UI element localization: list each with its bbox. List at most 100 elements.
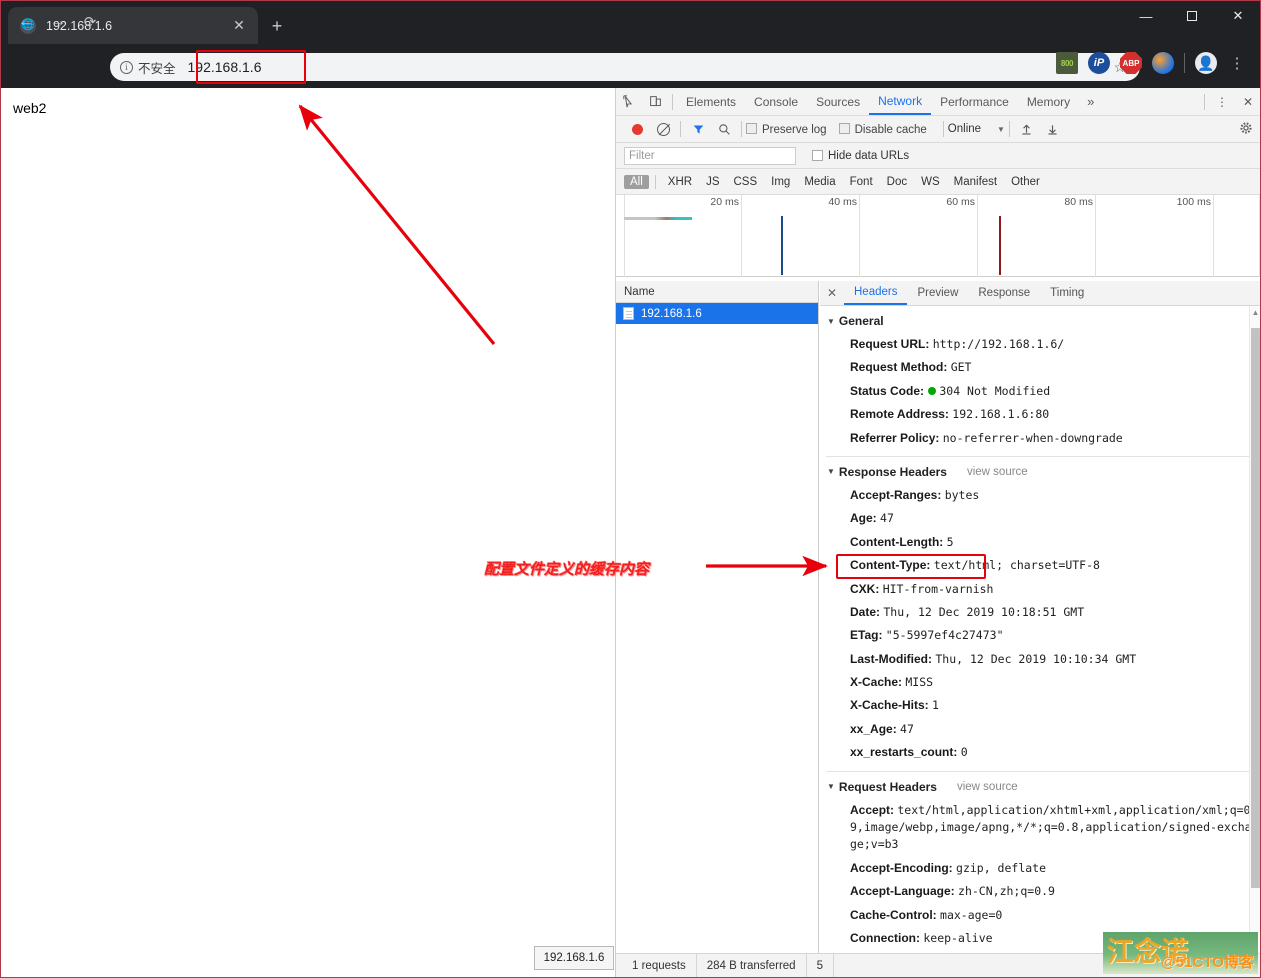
crx-extension-icon[interactable]: 800 [1056, 52, 1078, 74]
request-list-header[interactable]: Name [616, 281, 818, 303]
header-name: Accept-Ranges: [850, 487, 942, 502]
tab-sources[interactable]: Sources [807, 88, 869, 115]
table-row[interactable]: 192.168.1.6 [616, 303, 818, 324]
filter-bar: Filter Hide data URLs [616, 143, 1261, 169]
disable-cache-checkbox[interactable]: Disable cache [838, 122, 927, 136]
type-filter-css[interactable]: CSS [727, 175, 763, 189]
type-filter-img[interactable]: Img [765, 175, 796, 189]
search-icon[interactable] [711, 116, 737, 142]
type-filter-manifest[interactable]: Manifest [948, 175, 1003, 189]
divider [680, 121, 681, 137]
device-toolbar-icon[interactable] [642, 89, 668, 115]
load-event-marker [999, 216, 1001, 275]
minimize-button[interactable]: — [1123, 0, 1169, 32]
maximize-button[interactable] [1169, 0, 1215, 32]
devtools-menu-icon[interactable]: ⋮ [1209, 89, 1235, 115]
export-har-icon[interactable] [1040, 116, 1066, 142]
timeline-tick-label: 60 ms [946, 196, 975, 208]
ip-extension-icon[interactable]: iP [1088, 52, 1110, 74]
throttling-select[interactable]: Online ▼ [948, 123, 1005, 135]
more-panels-icon[interactable]: » [1079, 94, 1102, 109]
close-icon[interactable]: ✕ [228, 15, 250, 37]
chevron-down-icon: ▼ [997, 124, 1005, 134]
scroll-up-icon[interactable]: ▲ [1251, 308, 1260, 317]
header-name: Request URL: [850, 337, 930, 351]
chrome-menu-icon[interactable]: ⋮ [1227, 56, 1247, 71]
type-filter-media[interactable]: Media [798, 175, 841, 189]
header-row: Request Method: GET [826, 356, 1261, 379]
forward-icon[interactable]: → [46, 10, 70, 34]
section-title: Response Headers [838, 464, 947, 479]
header-row: Accept-Language: zh-CN,zh;q=0.9 [826, 880, 1261, 903]
avatar[interactable]: 👤 [1195, 52, 1217, 74]
reload-icon[interactable]: ⟳ [78, 10, 102, 34]
back-icon[interactable]: ← [14, 10, 38, 34]
settings-gear-icon[interactable] [1239, 121, 1253, 138]
type-filter-ws[interactable]: WS [915, 175, 946, 189]
close-detail-icon[interactable]: ✕ [820, 286, 844, 300]
tab-console[interactable]: Console [745, 88, 807, 115]
type-filter-other[interactable]: Other [1005, 175, 1046, 189]
tab-network[interactable]: Network [869, 88, 932, 115]
filter-icon[interactable] [685, 116, 711, 142]
inspect-element-icon[interactable] [616, 89, 642, 115]
type-filter-xhr[interactable]: XHR [662, 175, 698, 189]
hide-data-urls-checkbox[interactable]: Hide data URLs [812, 150, 909, 162]
resource-type-filters: All XHR JS CSS Img Media Font Doc WS Man… [616, 169, 1261, 195]
url-input[interactable]: 192.168.1.6 [188, 59, 262, 75]
annotation-label-cache: 配置文件定义的缓存内容 [484, 560, 650, 578]
record-button[interactable] [624, 116, 650, 142]
header-name: Status Code: [850, 383, 925, 398]
header-row: X-Cache-Hits: 1 [826, 694, 1261, 717]
security-status[interactable]: i 不安全 [120, 58, 176, 77]
import-har-icon[interactable] [1014, 116, 1040, 142]
view-source-link[interactable]: view source [957, 781, 1018, 793]
section-request-headers-header[interactable]: ▼ Request Headers view source [826, 778, 1261, 799]
header-row: Content-Length: 5 [826, 531, 1261, 554]
detail-scrollbar[interactable]: ▲ [1249, 306, 1261, 953]
header-row: Status Code: 304 Not Modified [826, 380, 1261, 403]
header-row: Remote Address: 192.168.1.6:80 [826, 403, 1261, 426]
timeline-tick-label: 80 ms [1064, 196, 1093, 208]
scrollbar-thumb[interactable] [1251, 328, 1260, 888]
header-value: bytes [944, 487, 980, 502]
tab-response[interactable]: Response [968, 281, 1040, 305]
header-value: 0 [960, 745, 968, 760]
headers-content: ▼ General Request URL: http://192.168.1.… [820, 306, 1261, 953]
browser-extension-icon[interactable] [1152, 52, 1174, 74]
clear-button[interactable] [650, 116, 676, 142]
timeline-tick-label: 100 ms [1176, 196, 1211, 208]
header-value: gzip, deflate [956, 860, 1047, 875]
header-row: Age: 47 [826, 507, 1261, 530]
preserve-log-checkbox[interactable]: Preserve log [746, 122, 827, 136]
network-toolbar: Preserve log Disable cache Online ▼ [616, 116, 1261, 143]
section-response-headers-header[interactable]: ▼ Response Headers view source [826, 463, 1261, 484]
header-value: 304 Not Modified [939, 383, 1051, 398]
type-filter-doc[interactable]: Doc [881, 175, 913, 189]
close-window-button[interactable]: ✕ [1215, 0, 1261, 32]
tab-preview[interactable]: Preview [907, 281, 968, 305]
header-value: Thu, 12 Dec 2019 10:18:51 GMT [883, 604, 1085, 619]
type-filter-js[interactable]: JS [700, 175, 725, 189]
type-filter-font[interactable]: Font [844, 175, 879, 189]
tab-headers[interactable]: Headers [844, 281, 908, 305]
tab-elements[interactable]: Elements [677, 88, 745, 115]
section-general-header[interactable]: ▼ General [826, 312, 1261, 333]
header-name: Age: [850, 511, 877, 526]
watermark-small-text: @51CTO博客 [1161, 954, 1254, 971]
tab-timing[interactable]: Timing [1040, 281, 1094, 305]
devtools-close-icon[interactable]: ✕ [1235, 89, 1261, 115]
adblock-plus-icon[interactable]: ABP [1120, 52, 1142, 74]
preserve-log-label: Preserve log [762, 123, 827, 136]
tab-memory[interactable]: Memory [1018, 88, 1079, 115]
filter-input[interactable]: Filter [624, 146, 796, 165]
tab-performance[interactable]: Performance [931, 88, 1018, 115]
type-filter-all[interactable]: All [624, 174, 649, 189]
view-source-link[interactable]: view source [967, 466, 1028, 478]
page-viewport: web2 [0, 88, 615, 978]
new-tab-button[interactable]: + [264, 13, 290, 39]
address-bar[interactable]: i 不安全 192.168.1.6 ☆ [110, 53, 1140, 81]
header-name: Request Method: [850, 360, 948, 375]
network-overview-timeline[interactable]: 20 ms 40 ms 60 ms 80 ms 100 ms [616, 195, 1261, 277]
tab-strip: 🌐 192.168.1.6 ✕ + [0, 0, 1261, 44]
